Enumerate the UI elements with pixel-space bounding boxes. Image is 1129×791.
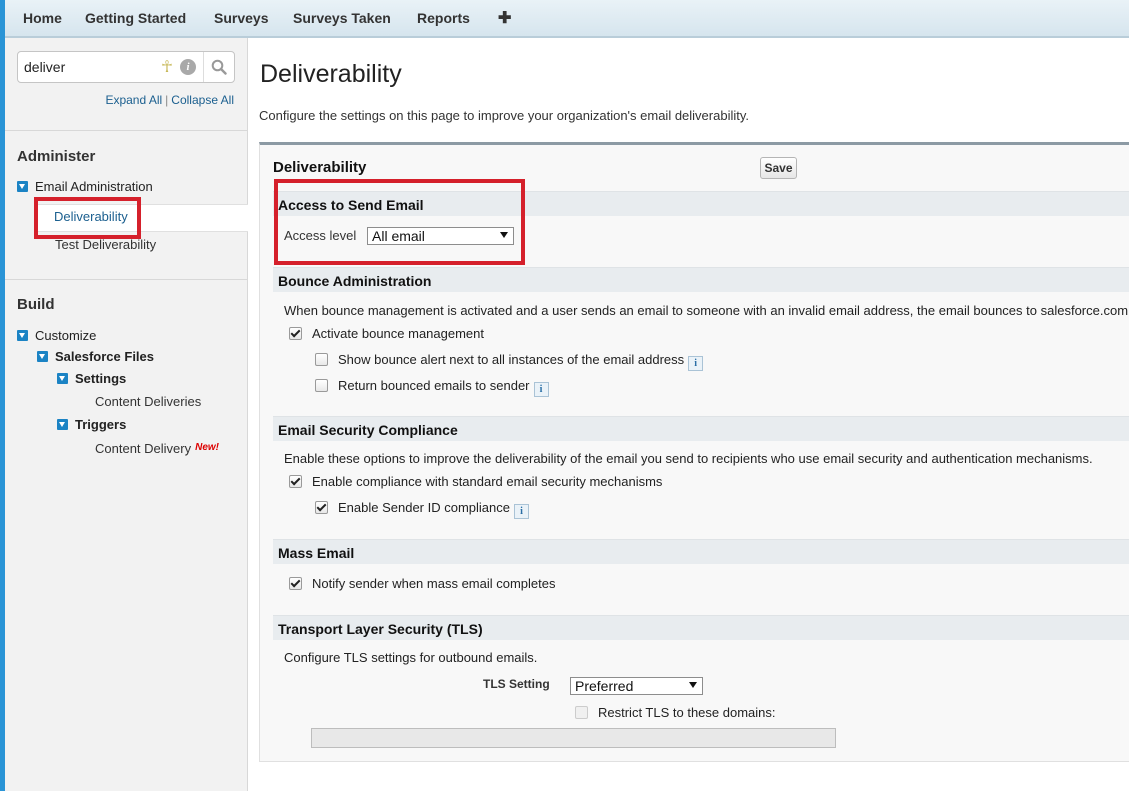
tree-customize[interactable]: Customize [17,328,96,346]
tree-settings[interactable]: Settings [57,371,126,389]
notify-sender-checkbox-row[interactable]: Notify sender when mass email completes [289,576,556,592]
tls-domains-input[interactable] [311,728,836,748]
tls-description: Configure TLS settings for outbound emai… [284,650,538,665]
chevron-down-icon [689,682,697,688]
tree-triggers[interactable]: Triggers [57,417,126,435]
panel-title: Deliverability [273,159,367,176]
tab-reports[interactable]: Reports [417,10,470,26]
info-square-icon[interactable]: i [688,356,704,371]
annotation-highlight-box [274,179,525,265]
tls-setting-label: TLS Setting [483,677,550,691]
administer-heading: Administer [17,148,96,165]
section-bounce-administration: Bounce Administration [273,267,1129,292]
expand-all-link[interactable]: Expand All [105,93,162,107]
section-heading: Mass Email [278,545,355,561]
tree-email-administration[interactable]: Email Administration [17,179,153,197]
checkbox-label: Notify sender when mass email completes [312,576,556,591]
restrict-tls-checkbox-row[interactable]: Restrict TLS to these domains: [575,705,776,721]
return-bounced-checkbox-row[interactable]: Return bounced emails to sender i [315,378,549,397]
checkbox-label: Show bounce alert next to all instances … [338,352,685,367]
link-separator: | [165,93,169,107]
checkbox-label: Restrict TLS to these domains: [598,705,776,720]
search-icon [211,59,227,75]
tab-home[interactable]: Home [23,10,62,26]
security-description: Enable these options to improve the deli… [284,451,1093,466]
section-heading: Email Security Compliance [278,422,458,438]
annotation-highlight-box [34,197,141,239]
add-tab-icon[interactable]: ✚ [498,8,511,28]
tree-label: Customize [35,328,97,343]
show-bounce-alert-checkbox[interactable] [315,353,328,366]
expand-toggle-icon[interactable] [57,373,68,384]
pin-icon[interactable]: ☥ [161,57,173,77]
build-heading: Build [17,296,55,313]
show-bounce-alert-checkbox-row[interactable]: Show bounce alert next to all instances … [315,352,704,371]
sidebar-item-test-deliverability[interactable]: Test Deliverability [55,237,156,252]
tab-surveys-taken[interactable]: Surveys Taken [293,10,391,26]
expand-toggle-icon[interactable] [37,351,48,362]
page-title: Deliverability [260,60,402,88]
expand-collapse-links: Expand All | Collapse All [105,93,234,107]
checkbox-label: Activate bounce management [312,326,484,341]
page-description: Configure the settings on this page to i… [259,108,750,123]
section-mass-email: Mass Email [273,539,1129,564]
sidebar-item-content-deliveries[interactable]: Content Deliveries [95,394,201,409]
tree-label: Content Delivery [95,441,192,456]
checkbox-label: Enable compliance with standard email se… [312,474,663,489]
expand-toggle-icon[interactable] [17,330,28,341]
tab-getting-started[interactable]: Getting Started [85,10,186,26]
sidebar-divider [5,130,247,131]
section-heading: Bounce Administration [278,273,432,289]
sidebar-item-content-delivery[interactable]: Content Delivery New! [95,441,219,456]
section-heading: Transport Layer Security (TLS) [278,621,483,637]
restrict-tls-checkbox[interactable] [575,706,588,719]
standard-compliance-checkbox[interactable] [289,475,302,488]
top-nav: Home Getting Started Surveys Surveys Tak… [5,0,1129,38]
tree-salesforce-files[interactable]: Salesforce Files [37,349,154,367]
tree-label: Email Administration [35,179,153,194]
sender-id-checkbox[interactable] [315,501,328,514]
tree-label: Triggers [75,417,127,432]
checkbox-label: Return bounced emails to sender [338,378,530,393]
expand-toggle-icon[interactable] [57,419,68,430]
tls-setting-select[interactable]: Preferred [570,677,703,695]
tls-setting-value: Preferred [575,678,634,694]
activate-bounce-checkbox-row[interactable]: Activate bounce management [289,326,484,342]
notify-sender-checkbox[interactable] [289,577,302,590]
info-square-icon[interactable]: i [533,382,549,397]
bounce-description: When bounce management is activated and … [284,303,1129,318]
checkbox-label: Enable Sender ID compliance [338,500,510,515]
save-button[interactable]: Save [760,157,797,179]
expand-toggle-icon[interactable] [17,181,28,192]
return-bounced-checkbox[interactable] [315,379,328,392]
search-button[interactable] [203,52,234,82]
tree-label: Salesforce Files [55,349,154,364]
info-square-icon[interactable]: i [514,504,529,519]
info-icon[interactable]: i [180,59,196,75]
new-badge: New! [195,442,220,453]
tree-label: Settings [75,371,127,386]
quick-find-box: ☥ i [17,51,235,83]
section-tls: Transport Layer Security (TLS) [273,615,1129,640]
section-email-security-compliance: Email Security Compliance [273,416,1129,441]
sender-id-checkbox-row[interactable]: Enable Sender ID compliance i [315,500,529,519]
activate-bounce-checkbox[interactable] [289,327,302,340]
standard-compliance-checkbox-row[interactable]: Enable compliance with standard email se… [289,474,662,490]
tab-surveys[interactable]: Surveys [214,10,268,26]
sidebar-divider [5,279,247,280]
collapse-all-link[interactable]: Collapse All [171,93,234,107]
sidebar: ☥ i Expand All|Collapse All Administer E… [5,38,248,791]
quick-find-input[interactable] [22,56,156,78]
